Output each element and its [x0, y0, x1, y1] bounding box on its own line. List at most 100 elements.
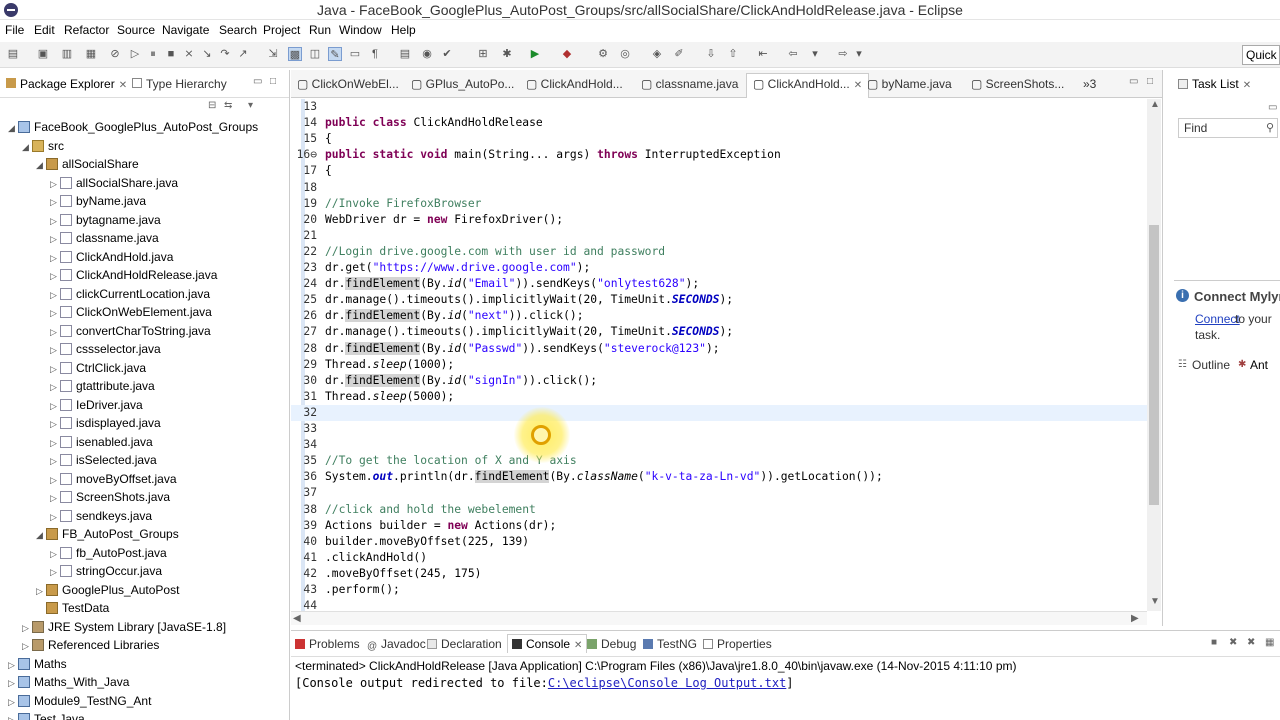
tab-javadoc[interactable]: @ Javadoc: [367, 637, 426, 652]
editor-tab-byname[interactable]: ▢ byName.java: [867, 77, 952, 91]
tree-item[interactable]: ▷ CtrlClick.java: [50, 361, 146, 379]
collapse-arrow-icon[interactable]: ▷: [8, 697, 18, 708]
menu-help[interactable]: Help: [391, 23, 416, 37]
save-icon[interactable]: ▣: [36, 47, 50, 61]
minimize-icon[interactable]: ▭: [1268, 102, 1277, 113]
scroll-down-icon[interactable]: ▼: [1150, 596, 1160, 607]
collapse-arrow-icon[interactable]: ▷: [50, 197, 60, 208]
step-return-icon[interactable]: ↗: [236, 47, 250, 61]
tab-problems[interactable]: Problems: [295, 637, 360, 651]
tree-item[interactable]: ▷ bytagname.java: [50, 213, 161, 231]
tree-item[interactable]: ▷ allSocialShare.java: [50, 176, 178, 194]
tab-package-explorer[interactable]: Package Explorer ✕: [6, 77, 127, 91]
expand-arrow-icon[interactable]: ◢: [22, 142, 32, 153]
editor-tab-screenshots[interactable]: ▢ ScreenShots...: [971, 77, 1064, 91]
forward-dropdown-icon[interactable]: ▾: [852, 47, 866, 61]
open-task-icon[interactable]: ◈: [650, 47, 664, 61]
collapse-arrow-icon[interactable]: ▷: [50, 493, 60, 504]
tree-item[interactable]: ▷ ClickAndHold.java: [50, 250, 173, 268]
code-line[interactable]: 38 //click and hold the webelement: [291, 502, 1147, 518]
tree-item[interactable]: ▷ fb_AutoPost.java: [50, 546, 167, 564]
menu-project[interactable]: Project: [263, 23, 300, 37]
tree-item[interactable]: ▷ moveByOffset.java: [50, 472, 177, 490]
code-line[interactable]: 24 dr.findElement(By.id("Email")).sendKey…: [291, 276, 1147, 292]
maximize-icon[interactable]: □: [1147, 76, 1153, 87]
editor-tab-clickandhold[interactable]: ▢ ClickAndHold...: [526, 77, 623, 91]
block-selection-icon[interactable]: ▭: [348, 47, 362, 61]
new-icon[interactable]: ▤: [6, 47, 20, 61]
run-external-icon[interactable]: ◆: [560, 47, 574, 61]
editor-tab-overflow[interactable]: »3: [1083, 77, 1096, 91]
tab-type-hierarchy[interactable]: Type Hierarchy: [132, 77, 227, 91]
tree-item[interactable]: ▷ Referenced Libraries: [22, 638, 159, 656]
save-all-icon[interactable]: ▥: [60, 47, 74, 61]
step-into-icon[interactable]: ↘: [200, 47, 214, 61]
code-line[interactable]: 20 WebDriver dr = new FirefoxDriver();: [291, 212, 1147, 228]
debug-icon[interactable]: ✱: [500, 47, 514, 61]
editor-horizontal-scrollbar[interactable]: ◀ ▶: [291, 611, 1147, 625]
tab-console[interactable]: Console ✕: [507, 634, 588, 653]
drop-frame-icon[interactable]: ⇲: [266, 47, 280, 61]
collapse-arrow-icon[interactable]: ▷: [22, 623, 32, 634]
code-line[interactable]: 42 .moveByOffset(245, 175): [291, 566, 1147, 582]
suspend-icon[interactable]: ⏸: [146, 47, 160, 61]
code-area[interactable]: 13 14 public class ClickAndHoldRelease 15 {1…: [291, 99, 1147, 611]
tab-outline[interactable]: Outline: [1192, 358, 1230, 372]
tab-debug[interactable]: Debug: [587, 637, 636, 651]
menu-file[interactable]: File: [5, 23, 24, 37]
code-line[interactable]: 41 .clickAndHold(): [291, 550, 1147, 566]
collapse-arrow-icon[interactable]: ▷: [50, 549, 60, 560]
check-icon[interactable]: ✔: [440, 47, 454, 61]
collapse-arrow-icon[interactable]: ▷: [50, 179, 60, 190]
tree-item[interactable]: ▷ cssselector.java: [50, 342, 161, 360]
console-log-link[interactable]: C:\eclipse\Console Log Output.txt: [548, 676, 786, 690]
expand-arrow-icon[interactable]: ◢: [36, 160, 46, 171]
close-icon[interactable]: ✕: [119, 80, 127, 91]
collapse-arrow-icon[interactable]: ▷: [50, 567, 60, 578]
quick-access-input[interactable]: Quick Access: [1242, 45, 1280, 65]
collapse-arrow-icon[interactable]: ▷: [22, 641, 32, 652]
collapse-arrow-icon[interactable]: ▷: [50, 327, 60, 338]
print-icon[interactable]: ▦: [84, 47, 98, 61]
new-java-class-icon[interactable]: ◉: [420, 47, 434, 61]
tab-task-list[interactable]: Task List ✕: [1192, 77, 1251, 91]
code-line[interactable]: 23 dr.get("https://www.drive.google.com")…: [291, 260, 1147, 276]
terminate-icon[interactable]: ■: [1211, 637, 1217, 648]
toggle-mark-icon[interactable]: ▩: [288, 47, 302, 61]
view-menu-icon[interactable]: ▾: [248, 100, 253, 111]
code-line[interactable]: 33: [291, 421, 1147, 437]
collapse-arrow-icon[interactable]: ▷: [50, 438, 60, 449]
scroll-left-icon[interactable]: ◀: [293, 613, 301, 624]
back-dropdown-icon[interactable]: ▾: [808, 47, 822, 61]
menu-window[interactable]: Window: [339, 23, 382, 37]
menu-edit[interactable]: Edit: [34, 23, 55, 37]
close-icon[interactable]: ✕: [854, 80, 862, 91]
tree-item[interactable]: ▷ ScreenShots.java: [50, 490, 170, 508]
prev-annotation-icon[interactable]: ⇧: [726, 47, 740, 61]
open-console-icon[interactable]: ◫: [308, 47, 322, 61]
collapse-arrow-icon[interactable]: ▷: [8, 678, 18, 689]
tree-item[interactable]: ▷ byName.java: [50, 194, 146, 212]
collapse-arrow-icon[interactable]: ▷: [36, 586, 46, 597]
minimize-icon[interactable]: ▭: [253, 76, 262, 87]
clear-console-icon[interactable]: ▦: [1265, 637, 1274, 648]
collapse-arrow-icon[interactable]: ▷: [8, 660, 18, 671]
code-line[interactable]: 30 dr.findElement(By.id("signIn")).click(…: [291, 373, 1147, 389]
forward-icon[interactable]: ⇨: [836, 47, 850, 61]
tree-item[interactable]: ▷ classname.java: [50, 231, 159, 249]
close-icon[interactable]: ✕: [1243, 80, 1251, 91]
tree-item[interactable]: ◢ FB_AutoPost_Groups: [36, 527, 179, 545]
menu-search[interactable]: Search: [219, 23, 257, 37]
collapse-arrow-icon[interactable]: ▷: [50, 475, 60, 486]
run-icon[interactable]: ▶: [528, 47, 542, 61]
code-line[interactable]: 37: [291, 485, 1147, 501]
collapse-arrow-icon[interactable]: ▷: [50, 271, 60, 282]
tree-item[interactable]: ▷ isSelected.java: [50, 453, 157, 471]
code-line[interactable]: 13: [291, 99, 1147, 115]
tree-item[interactable]: ▷ stringOccur.java: [50, 564, 162, 582]
link-with-editor-icon[interactable]: ⇆: [224, 100, 232, 111]
tree-item[interactable]: ▷ ClickAndHoldRelease.java: [50, 268, 217, 286]
tree-item[interactable]: ◢ allSocialShare: [36, 157, 139, 175]
code-line[interactable]: 29 Thread.sleep(1000);: [291, 357, 1147, 373]
scrollbar-thumb[interactable]: [1149, 225, 1159, 505]
